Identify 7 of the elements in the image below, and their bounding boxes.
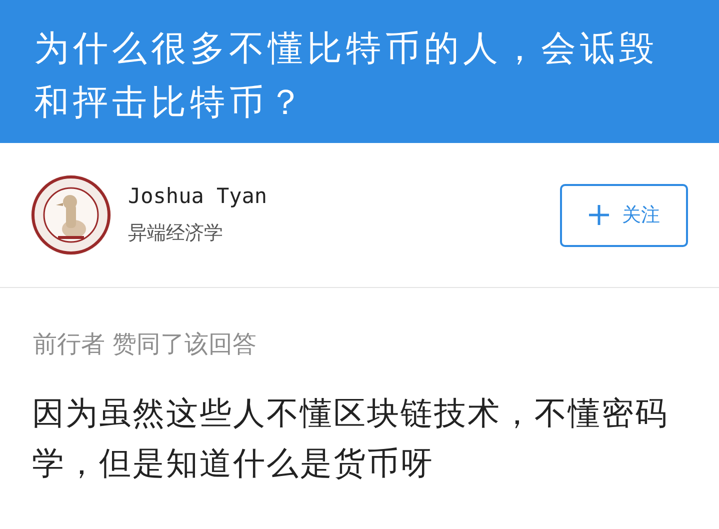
follow-button[interactable]: 关注 <box>560 184 688 246</box>
plus-icon <box>588 204 610 226</box>
author-bio: 异端经济学 <box>128 221 224 246</box>
author-name[interactable]: Joshua Tyan <box>128 184 560 208</box>
question-title: 为什么很多不懂比特币的人，会诋毁和抨击比特币？ <box>34 28 659 125</box>
answer-text[interactable]: 因为虽然这些人不懂区块链技术，不懂密码学，但是知道什么是货币呀 <box>0 360 719 488</box>
activity-text: 前行者 赞同了该回答 <box>32 329 258 360</box>
